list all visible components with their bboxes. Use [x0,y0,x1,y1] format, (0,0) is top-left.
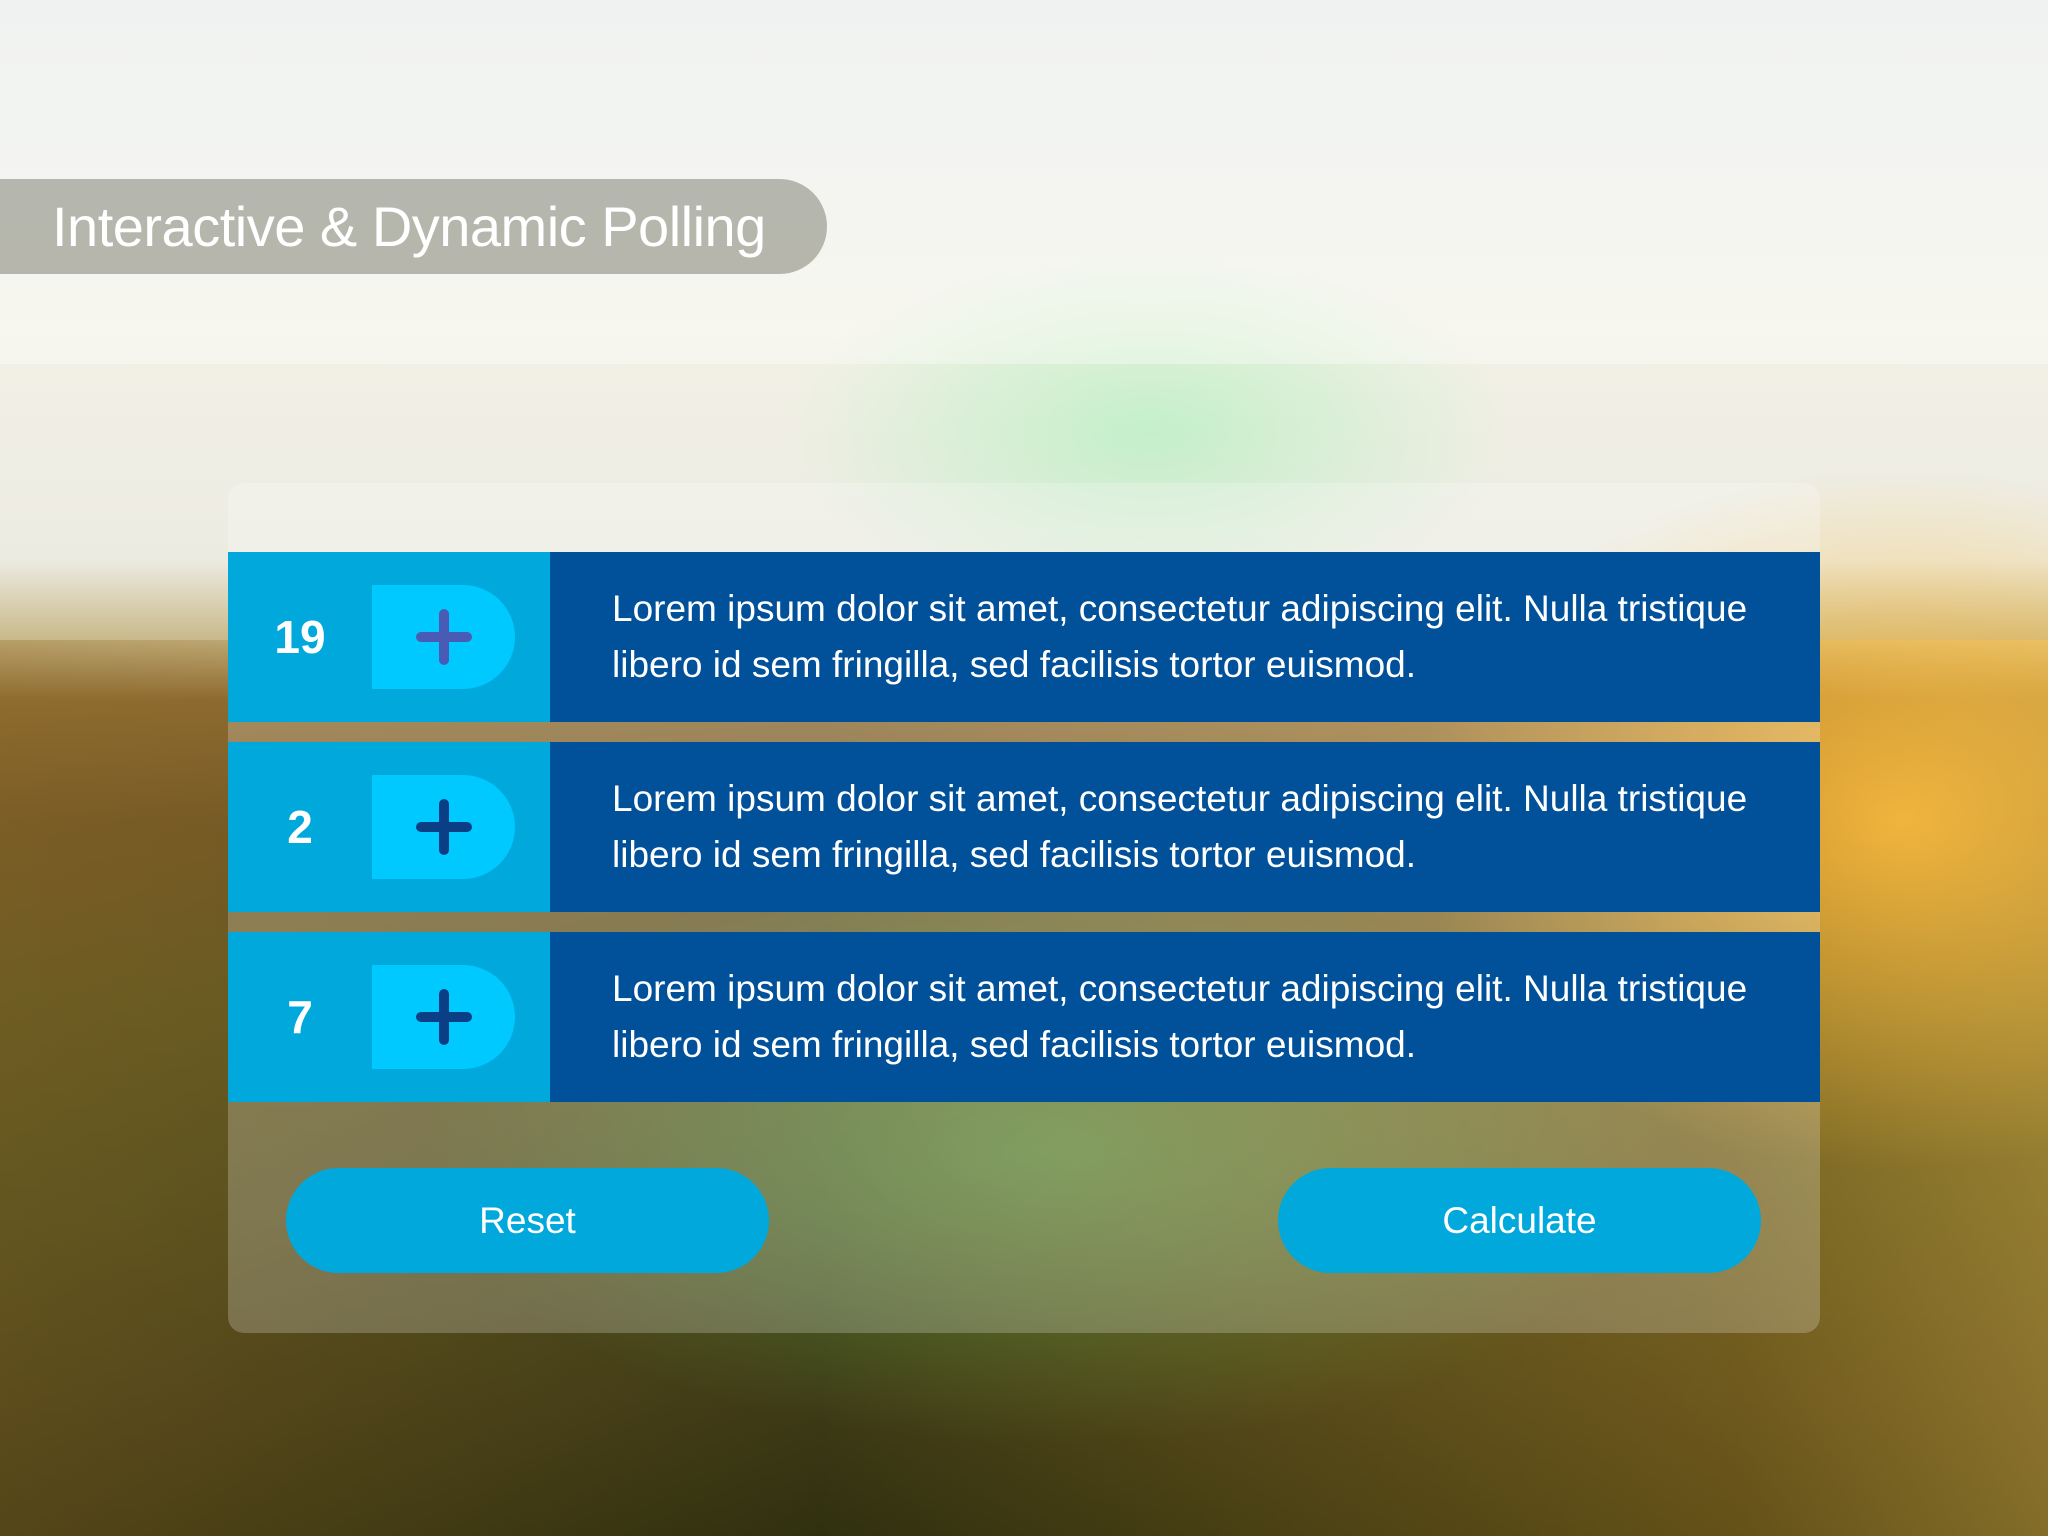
poll-option-text: Lorem ipsum dolor sit amet, consectetur … [612,968,1748,1065]
poll-row: 19 Lorem ipsum dolor sit amet, consectet… [228,552,1820,722]
plus-icon [415,989,472,1045]
vote-count: 7 [287,991,313,1043]
vote-count: 19 [274,611,326,663]
page-title: Interactive & Dynamic Polling [52,195,766,258]
poll-row: 7 Lorem ipsum dolor sit amet, consectetu… [228,932,1820,1102]
poll-option-text: Lorem ipsum dolor sit amet, consectetur … [612,778,1748,875]
reset-button[interactable]: Reset [286,1168,769,1273]
add-vote-button[interactable] [372,965,515,1069]
title-banner: Interactive & Dynamic Polling [0,179,827,274]
plus-icon [415,609,472,665]
calculate-button[interactable]: Calculate [1278,1168,1761,1273]
poll-row-description-panel: Lorem ipsum dolor sit amet, consectetur … [550,742,1820,912]
plus-icon [415,799,472,855]
poll-option-text: Lorem ipsum dolor sit amet, consectetur … [612,588,1748,685]
poll-row-count-panel: 19 [228,552,550,722]
add-vote-button[interactable] [372,585,515,689]
vote-count: 2 [287,801,313,853]
poll-row-count-panel: 2 [228,742,550,912]
poll-row-description-panel: Lorem ipsum dolor sit amet, consectetur … [550,552,1820,722]
poll-row: 2 Lorem ipsum dolor sit amet, consectetu… [228,742,1820,912]
add-vote-button[interactable] [372,775,515,879]
poll-row-count-panel: 7 [228,932,550,1102]
poll-row-description-panel: Lorem ipsum dolor sit amet, consectetur … [550,932,1820,1102]
